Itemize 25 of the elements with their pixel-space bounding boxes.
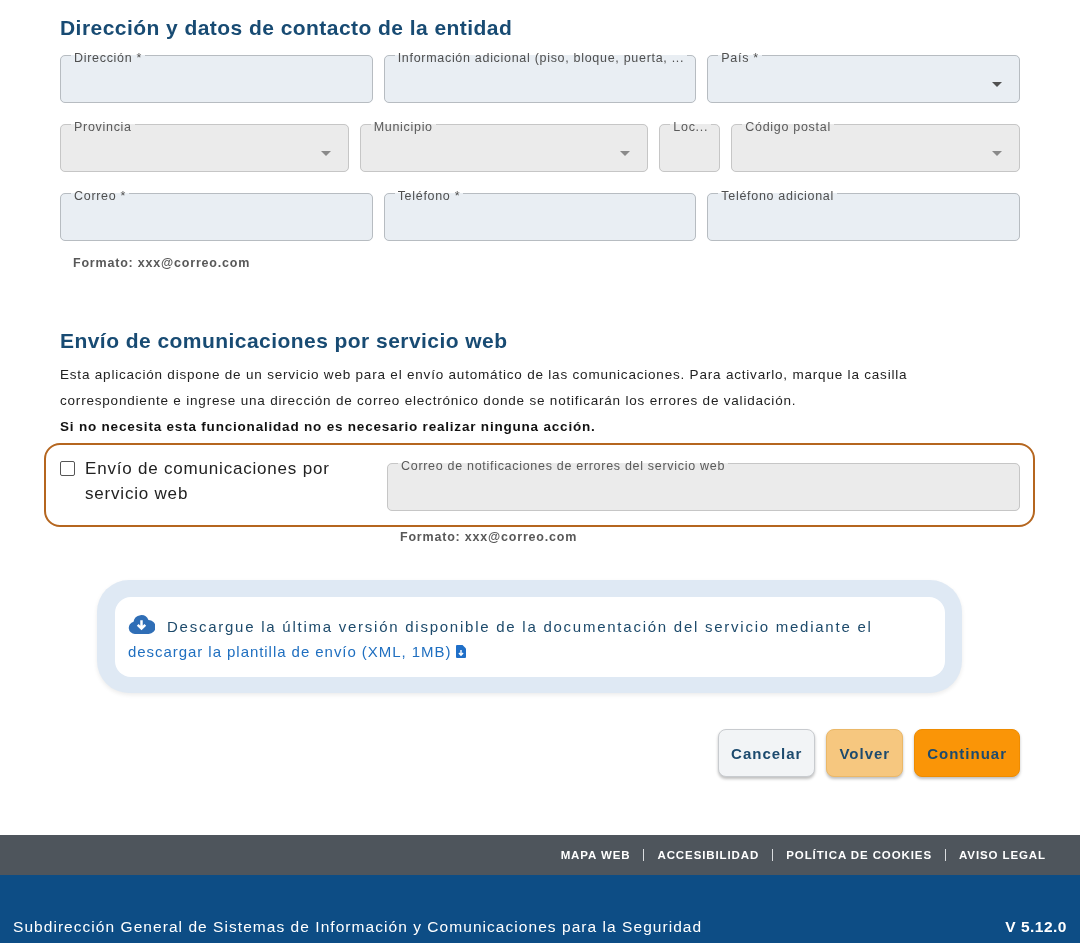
continue-button[interactable]: Continuar (914, 729, 1020, 777)
dropdown-caret-icon (992, 151, 1002, 156)
cancel-button[interactable]: Cancelar (718, 729, 816, 777)
checkbox-label[interactable]: Envío de comunicaciones por servicio web (85, 456, 377, 506)
footer-link[interactable]: POLÍTICA DE COOKIES (786, 849, 932, 861)
dropdown-caret-icon (992, 82, 1002, 87)
format-hint: Formato: xxx@correo.com (73, 255, 251, 271)
download-instructions: Descargue la última versión disponible de la documentación del servicio mediante el (167, 617, 873, 637)
footer-link[interactable]: AVISO LEGAL (959, 849, 1046, 861)
checkbox[interactable] (60, 461, 75, 476)
description-text: Esta aplicación dispone de un servicio web para el envío automático de las comunicaciones. Para activarlo, marque la casilla correspondiente e ingrese una dirección de correo electrónico donde se notificarán los errores de validación. (60, 366, 909, 410)
template-download-link[interactable]: descargar la plantilla de envío (XML, 1MB) (128, 643, 467, 660)
version-label: V 5.12.0 (1005, 918, 1067, 936)
back-button[interactable]: Volver (826, 729, 904, 777)
section-heading: Envío de comunicaciones por servicio web (60, 328, 508, 354)
file-download-icon (456, 645, 467, 658)
organization-name: Subdirección General de Sistemas de Información y Comunicaciones para la Seguridad (13, 918, 703, 936)
format-hint: Formato: xxx@correo.com (400, 529, 578, 545)
dropdown-caret-icon (620, 151, 631, 156)
section-heading: Dirección y datos de contacto de la entidad (60, 15, 513, 41)
note-text: Si no necesita esta funcionalidad no es necesario realizar ninguna acción. (60, 418, 596, 436)
dropdown-caret-icon (320, 151, 331, 156)
cloud-download-icon (128, 615, 155, 634)
footer-link[interactable]: MAPA WEB (560, 849, 631, 861)
footer-link[interactable]: ACCESIBILIDAD (657, 849, 760, 861)
